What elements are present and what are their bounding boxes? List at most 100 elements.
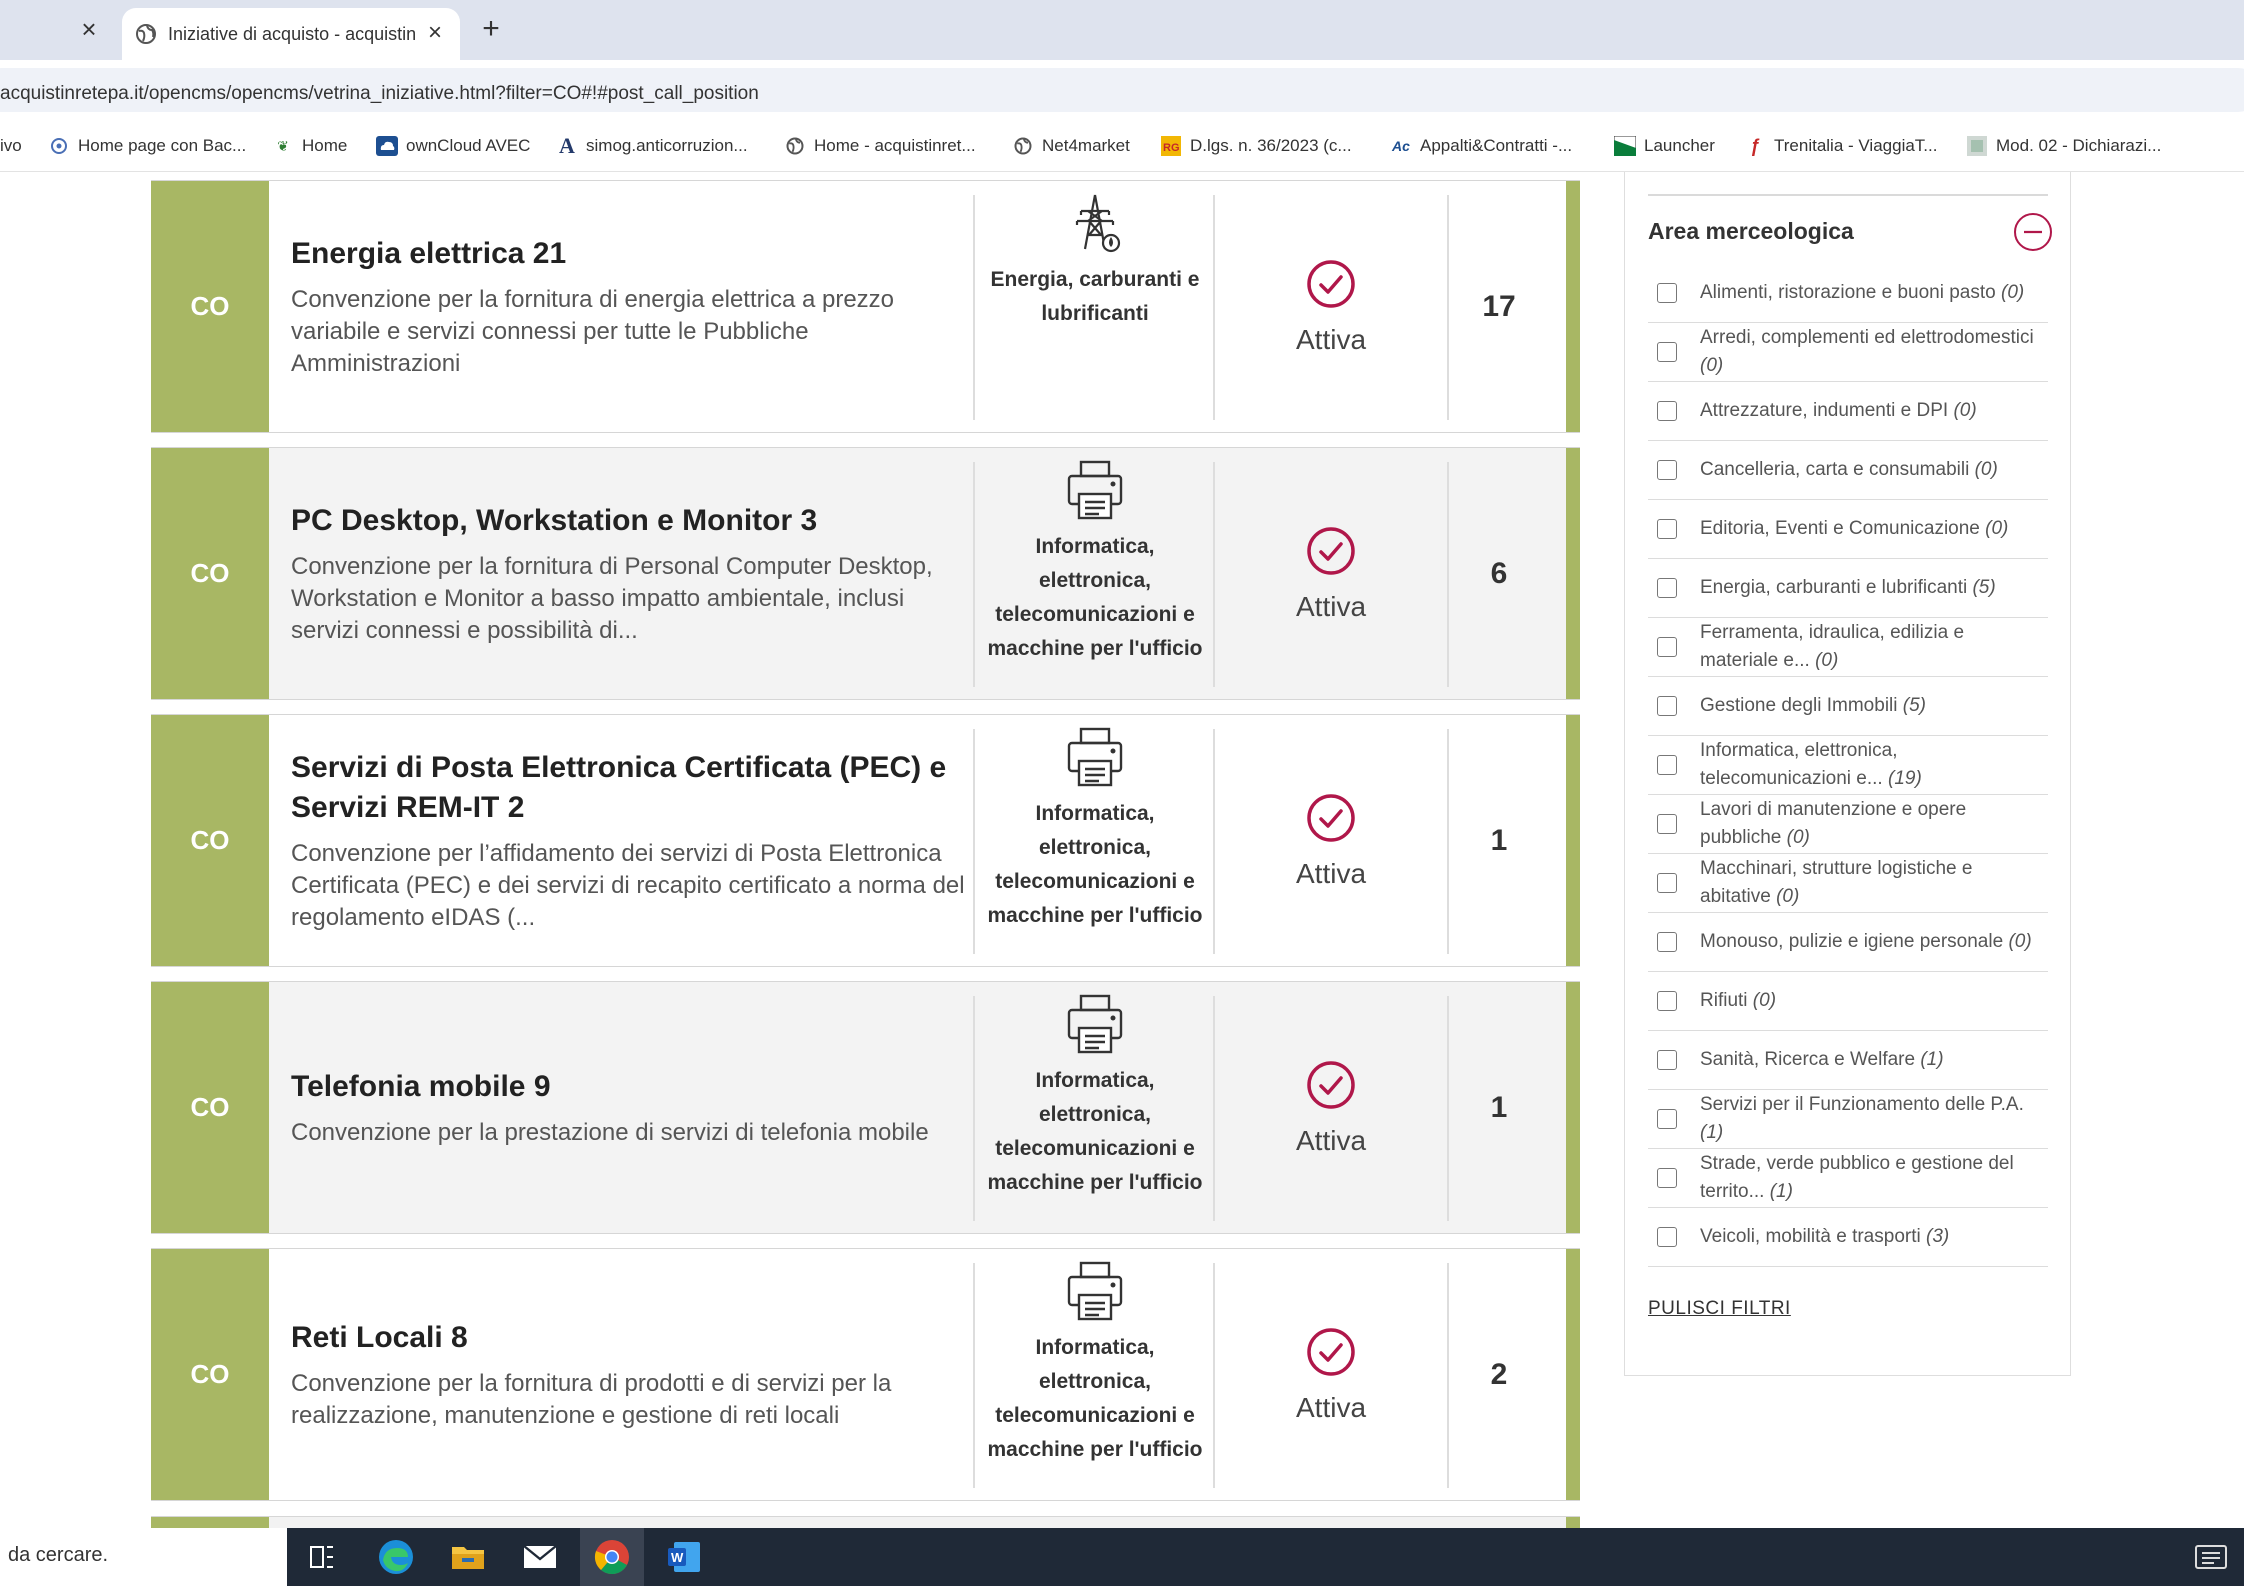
word-icon[interactable]: W: [652, 1528, 716, 1586]
check-circle-icon: [1307, 259, 1355, 308]
status-label: Attiva: [1295, 323, 1367, 355]
initiative-status: Attiva: [1215, 1249, 1447, 1500]
filter-checkbox[interactable]: [1657, 873, 1677, 893]
filter-label-text: Strade, verde pubblico e gestione del te…: [1700, 1153, 2014, 1202]
bookmark-item[interactable]: Home page con Bac...: [48, 133, 246, 159]
mail-icon[interactable]: [508, 1528, 572, 1586]
bookmark-item[interactable]: ❦ Home: [272, 133, 347, 159]
initiative-title[interactable]: Reti Locali 8: [291, 1318, 971, 1358]
status-label: Attiva: [1295, 1124, 1367, 1156]
tab-title: Iniziative di acquisto - acquistin: [168, 24, 417, 44]
filter-checkbox[interactable]: [1657, 696, 1677, 716]
initiative-title[interactable]: PC Desktop, Workstation e Monitor 3: [291, 501, 971, 541]
filter-checkbox[interactable]: [1657, 932, 1677, 952]
globe-icon: [136, 24, 156, 44]
filter-option[interactable]: Sanità, Ricerca e Welfare (1): [1648, 1031, 2048, 1090]
initiative-card[interactable]: CO Servizi di Posta Elettronica Certific…: [151, 714, 1580, 967]
bookmark-item[interactable]: ƒ Trenitalia - ViaggiaT...: [1744, 133, 1937, 159]
filter-label-text: Rifiuti: [1700, 990, 1748, 1011]
initiative-card-partial[interactable]: [151, 1516, 1580, 1528]
filter-checkbox[interactable]: [1657, 460, 1677, 480]
filter-option[interactable]: Monouso, pulizie e igiene personale (0): [1648, 913, 2048, 972]
bookmark-item[interactable]: Launcher: [1614, 133, 1715, 159]
new-tab-button[interactable]: +: [474, 12, 508, 46]
chrome-icon[interactable]: [580, 1528, 644, 1586]
task-view-icon[interactable]: [290, 1528, 354, 1586]
previous-tab-close-icon[interactable]: ×: [74, 14, 104, 44]
initiative-title[interactable]: Energia elettrica 21: [291, 234, 971, 274]
initiative-description: Convenzione per la fornitura di Personal…: [291, 552, 933, 644]
initiative-card[interactable]: CO Energia elettrica 21 Convenzione per …: [151, 180, 1580, 433]
bookmark-item[interactable]: Home - acquistinret...: [784, 133, 976, 159]
filter-checkbox[interactable]: [1657, 637, 1677, 657]
initiative-title[interactable]: Servizi di Posta Elettronica Certificata…: [291, 748, 971, 828]
url-text[interactable]: acquistinretepa.it/opencms/opencms/vetri…: [0, 82, 759, 106]
filter-label-text: Energia, carburanti e lubrificanti: [1700, 577, 1968, 598]
filter-checkbox[interactable]: [1657, 755, 1677, 775]
filter-option[interactable]: Veicoli, mobilità e trasporti (3): [1648, 1208, 2048, 1267]
filter-checkbox[interactable]: [1657, 342, 1677, 362]
filter-option[interactable]: Arredi, complementi ed elettrodomestici …: [1648, 323, 2048, 382]
filter-option[interactable]: Attrezzature, indumenti e DPI (0): [1648, 382, 2048, 441]
filter-option[interactable]: Lavori di manutenzione e opere pubbliche…: [1648, 795, 2048, 854]
filter-checkbox[interactable]: [1657, 1168, 1677, 1188]
filter-checkbox[interactable]: [1657, 1109, 1677, 1129]
bookmark-item[interactable]: Ac Appalti&Contratti -...: [1390, 133, 1572, 159]
notification-icon[interactable]: [2194, 1542, 2228, 1572]
filter-count: (5): [1972, 577, 1996, 598]
filter-option[interactable]: Cancelleria, carta e consumabili (0): [1648, 441, 2048, 500]
filter-count: (0): [1974, 459, 1998, 480]
filter-checkbox[interactable]: [1657, 1050, 1677, 1070]
filter-checkbox[interactable]: [1657, 991, 1677, 1011]
file-explorer-icon[interactable]: [436, 1528, 500, 1586]
badge-icon: RG: [1160, 135, 1182, 157]
initiative-type-badge: CO: [151, 181, 269, 432]
bookmark-item[interactable]: RG D.lgs. n. 36/2023 (c...: [1160, 133, 1352, 159]
initiative-card[interactable]: CO Reti Locali 8 Convenzione per la forn…: [151, 1248, 1580, 1501]
filter-option[interactable]: Rifiuti (0): [1648, 972, 2048, 1031]
leaf-icon: ❦: [277, 138, 289, 154]
clear-filters-link[interactable]: PULISCI FILTRI: [1648, 1298, 1791, 1320]
filter-label-text: Arredi, complementi ed elettrodomestici: [1700, 327, 2034, 348]
collapse-minus-icon[interactable]: [2013, 212, 2053, 252]
filter-count: (0): [2001, 282, 2025, 303]
gear-globe-icon: [48, 135, 70, 157]
filter-checkbox[interactable]: [1657, 401, 1677, 421]
initiative-title[interactable]: Telefonia mobile 9: [291, 1067, 971, 1107]
filter-section-title: Area merceologica: [1648, 218, 1854, 244]
filter-option[interactable]: Energia, carburanti e lubrificanti (5): [1648, 559, 2048, 618]
initiative-card[interactable]: CO Telefonia mobile 9 Convenzione per la…: [151, 981, 1580, 1234]
filter-checkbox[interactable]: [1657, 814, 1677, 834]
filter-label-text: Servizi per il Funzionamento delle P.A.: [1700, 1094, 2024, 1115]
filter-checkbox[interactable]: [1657, 519, 1677, 539]
bookmark-item[interactable]: ivo: [0, 133, 22, 159]
filter-option[interactable]: Gestione degli Immobili (5): [1648, 677, 2048, 736]
bookmark-item[interactable]: Net4market: [1012, 133, 1130, 159]
filter-checkbox[interactable]: [1657, 1227, 1677, 1247]
filter-option[interactable]: Ferramenta, idraulica, edilizia e materi…: [1648, 618, 2048, 677]
filter-option[interactable]: Strade, verde pubblico e gestione del te…: [1648, 1149, 2048, 1208]
bookmark-item[interactable]: ownCloud AVEC: [376, 133, 530, 159]
filter-label: Editoria, Eventi e Comunicazione (0): [1700, 515, 2038, 543]
initiative-category: Informatica, elettronica, telecomunicazi…: [979, 1259, 1211, 1494]
filter-option[interactable]: Alimenti, ristorazione e buoni pasto (0): [1648, 264, 2048, 323]
svg-text:RG: RG: [1163, 142, 1180, 154]
initiative-text: Energia elettrica 21 Convenzione per la …: [291, 181, 971, 432]
tab-close-icon[interactable]: ×: [420, 18, 450, 48]
filter-option[interactable]: Servizi per il Funzionamento delle P.A. …: [1648, 1090, 2048, 1149]
initiative-card[interactable]: CO PC Desktop, Workstation e Monitor 3 C…: [151, 447, 1580, 700]
taskbar-search-box[interactable]: da cercare.: [0, 1528, 287, 1586]
filter-label-text: Monouso, pulizie e igiene personale: [1700, 931, 2004, 952]
filter-option[interactable]: Macchinari, strutture logistiche e abita…: [1648, 854, 2048, 913]
sidebar-divider: [1648, 194, 2048, 196]
active-tab[interactable]: Iniziative di acquisto - acquistin ×: [122, 8, 460, 60]
bookmark-item[interactable]: Mod. 02 - Dichiarazi...: [1966, 133, 2161, 159]
edge-icon[interactable]: [364, 1528, 428, 1586]
filter-option[interactable]: Informatica, elettronica, telecomunicazi…: [1648, 736, 2048, 795]
filter-checkbox[interactable]: [1657, 578, 1677, 598]
flag-icon: [1614, 135, 1636, 157]
filter-checkbox[interactable]: [1657, 283, 1677, 303]
bookmark-item[interactable]: A simog.anticorruzion...: [556, 133, 748, 159]
page-content: CO Energia elettrica 21 Convenzione per …: [0, 172, 2244, 1528]
filter-option[interactable]: Editoria, Eventi e Comunicazione (0): [1648, 500, 2048, 559]
